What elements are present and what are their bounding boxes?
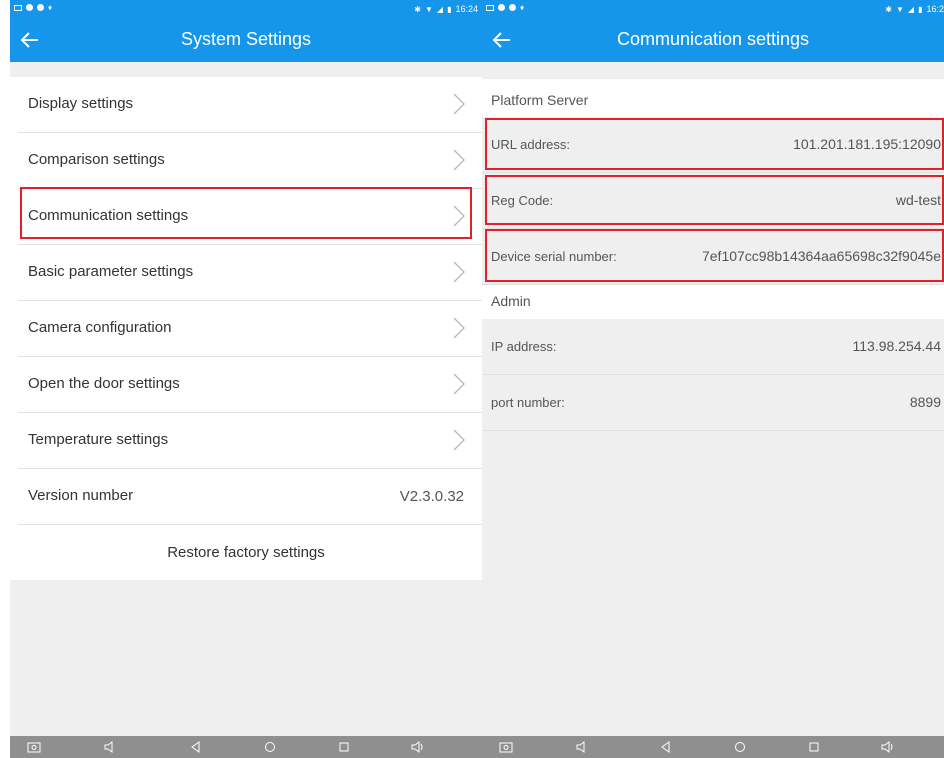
system-settings-screen: ♦ ✱ ▼ ◢ ▮ 16:24 System Settings Display …	[10, 0, 482, 758]
notification-icon	[14, 4, 22, 11]
page-title: System Settings	[180, 29, 312, 49]
battery-icon: ▮	[918, 4, 923, 14]
status-bar: ♦ ✱ ▼ ◢ ▮ 16:24	[10, 0, 482, 18]
notification-icon	[498, 4, 505, 11]
volume-down-icon[interactable]	[574, 739, 590, 755]
system-nav-bar	[482, 736, 944, 758]
device-serial-number-row[interactable]: Device serial number: 7ef107cc98b14364aa…	[482, 229, 944, 285]
field-label: URL address:	[491, 137, 570, 152]
home-circle-icon[interactable]	[732, 739, 748, 755]
recents-square-icon[interactable]	[336, 739, 352, 755]
system-nav-bar	[10, 736, 482, 758]
chevron-right-icon	[453, 149, 465, 171]
battery-icon: ▮	[447, 4, 452, 14]
wifi-icon: ▼	[424, 4, 433, 14]
chevron-right-icon	[453, 373, 465, 395]
back-triangle-icon[interactable]	[188, 739, 204, 755]
home-circle-icon[interactable]	[262, 739, 278, 755]
version-label: Version number	[28, 487, 134, 504]
url-address-row[interactable]: URL address: 101.201.181.195:12090	[482, 117, 944, 173]
menu-item-label: Camera configuration	[28, 319, 172, 336]
version-value: V2.3.0.32	[399, 488, 464, 505]
settings-menu: Display settings Comparison settings Com…	[10, 77, 482, 580]
menu-item-comparison-settings[interactable]: Comparison settings	[18, 133, 482, 189]
menu-item-open-door-settings[interactable]: Open the door settings	[18, 357, 482, 413]
chevron-right-icon	[453, 205, 465, 227]
notification-icon	[26, 4, 33, 11]
chevron-right-icon	[453, 317, 465, 339]
status-time: 16:2	[926, 4, 944, 14]
menu-item-label: Temperature settings	[28, 431, 169, 448]
screenshot-icon[interactable]	[26, 739, 42, 755]
status-time: 16:24	[455, 4, 478, 14]
chevron-right-icon	[453, 429, 465, 451]
field-label: Reg Code:	[491, 193, 554, 208]
ip-address-row[interactable]: IP address: 113.98.254.44	[482, 319, 944, 375]
app-bar: Communication settings	[482, 18, 944, 62]
recents-square-icon[interactable]	[806, 739, 822, 755]
notification-icons: ♦	[14, 3, 52, 12]
wifi-icon: ▼	[895, 4, 904, 14]
menu-item-label: Comparison settings	[28, 151, 165, 168]
admin-header: Admin	[482, 285, 944, 319]
chevron-right-icon	[453, 261, 465, 283]
restore-factory-button[interactable]: Restore factory settings	[10, 525, 482, 580]
field-label: Device serial number:	[491, 249, 617, 264]
status-icons: ✱ ▼ ◢ ▮ 16:24	[414, 4, 478, 14]
volume-up-icon[interactable]	[880, 739, 896, 755]
menu-item-label: Open the door settings	[28, 375, 180, 392]
field-value: 113.98.254.44	[852, 338, 942, 354]
app-bar: System Settings	[10, 18, 482, 62]
menu-item-temperature-settings[interactable]: Temperature settings	[18, 413, 482, 469]
status-icons: ✱ ▼ ◢ ▮ 16:2	[885, 4, 944, 14]
field-label: IP address:	[491, 339, 557, 354]
usb-icon: ♦	[520, 3, 525, 12]
menu-item-basic-parameter-settings[interactable]: Basic parameter settings	[18, 245, 482, 301]
field-label: port number:	[491, 395, 565, 410]
notification-icon	[486, 4, 494, 11]
section-title: Platform Server	[491, 92, 589, 108]
menu-item-label: Display settings	[28, 95, 134, 112]
volume-down-icon[interactable]	[102, 739, 118, 755]
menu-item-label: Communication settings	[28, 207, 189, 224]
notification-icon	[509, 4, 516, 11]
menu-item-display-settings[interactable]: Display settings	[18, 77, 482, 133]
chevron-right-icon	[453, 93, 465, 115]
section-title: Admin	[491, 293, 531, 309]
menu-item-communication-settings[interactable]: Communication settings	[18, 189, 482, 245]
bluetooth-icon: ✱	[885, 4, 892, 14]
menu-item-camera-configuration[interactable]: Camera configuration	[18, 301, 482, 357]
notification-icons: ♦	[486, 3, 524, 12]
back-triangle-icon[interactable]	[658, 739, 674, 755]
field-value: 8899	[909, 394, 941, 410]
notification-icon	[37, 4, 44, 11]
status-bar: ♦ ✱ ▼ ◢ ▮ 16:2	[482, 0, 944, 18]
field-value: 7ef107cc98b14364aa65698c32f9045e	[701, 248, 941, 264]
reg-code-row[interactable]: Reg Code: wd-test	[482, 173, 944, 229]
field-value: 101.201.181.195:12090	[793, 136, 941, 152]
menu-item-label: Basic parameter settings	[28, 263, 194, 280]
screenshot-icon[interactable]	[498, 739, 514, 755]
field-value: wd-test	[895, 192, 941, 208]
bluetooth-icon: ✱	[414, 4, 421, 14]
page-title: Communication settings	[616, 29, 810, 49]
signal-icon: ◢	[907, 4, 915, 14]
signal-icon: ◢	[436, 4, 444, 14]
volume-up-icon[interactable]	[410, 739, 426, 755]
communication-settings-screen: ♦ ✱ ▼ ◢ ▮ 16:2 Communication settings Pl…	[482, 0, 944, 758]
port-number-row[interactable]: port number: 8899	[482, 375, 944, 431]
usb-icon: ♦	[48, 3, 53, 12]
platform-server-header: Platform Server	[482, 79, 944, 117]
version-row: Version number V2.3.0.32	[18, 469, 482, 525]
